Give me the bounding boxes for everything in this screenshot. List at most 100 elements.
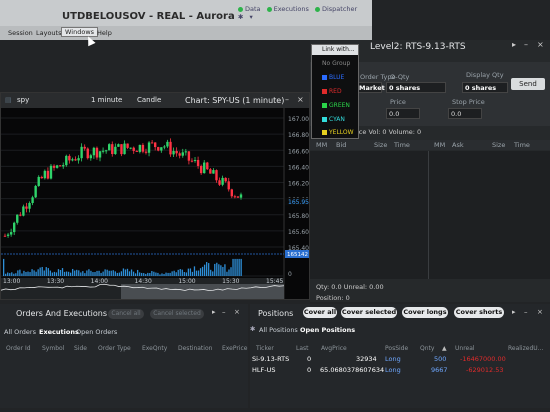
col-order-id[interactable]: Order Id bbox=[6, 345, 31, 352]
cover-longs-button[interactable]: Cover longs bbox=[402, 307, 448, 318]
time-tick-label: 13:30 bbox=[47, 278, 64, 285]
candle-body bbox=[74, 159, 77, 161]
menu-session[interactable]: Session bbox=[8, 29, 33, 37]
volume-bar bbox=[11, 272, 13, 276]
col-side[interactable]: Side bbox=[74, 345, 87, 352]
level2-book[interactable] bbox=[310, 151, 550, 279]
link-item-none[interactable]: No Group bbox=[322, 60, 350, 67]
close-icon[interactable]: × bbox=[537, 40, 544, 49]
send-button[interactable]: Send bbox=[511, 78, 545, 90]
tab-open-positions[interactable]: Open Positions bbox=[300, 326, 355, 334]
col-symbol[interactable]: Symbol bbox=[42, 345, 64, 352]
link-item-blue[interactable]: BLUE bbox=[322, 74, 344, 81]
col-realized[interactable]: RealizedU... bbox=[508, 345, 543, 352]
time-tick-label: 15:30 bbox=[222, 278, 239, 285]
link-with-header[interactable]: Link with... bbox=[312, 45, 358, 55]
orders-title: Orders And Executions bbox=[16, 309, 108, 318]
menu-icon[interactable]: ▸ bbox=[512, 40, 516, 49]
sort-up-icon[interactable]: ▲ bbox=[442, 345, 447, 352]
col-last[interactable]: Last bbox=[296, 345, 309, 352]
volume-bar bbox=[228, 269, 230, 276]
candle-body bbox=[101, 150, 105, 152]
candle-body bbox=[89, 155, 93, 159]
volume-bar bbox=[35, 271, 37, 276]
menu-help[interactable]: Help bbox=[97, 29, 112, 37]
col-exe-price[interactable]: ExePrice bbox=[222, 345, 248, 352]
menu-icon[interactable]: ▸ bbox=[212, 308, 216, 316]
swatch-icon bbox=[322, 130, 327, 135]
stop-price-input[interactable]: 0.0 bbox=[448, 108, 482, 119]
candle-body bbox=[144, 151, 148, 153]
close-icon[interactable]: × bbox=[234, 308, 240, 316]
volume-bar bbox=[92, 272, 94, 276]
cancel-all-button[interactable]: Cancel all bbox=[108, 309, 144, 319]
settings-icon[interactable]: ✱ bbox=[250, 325, 255, 333]
volume-bar bbox=[193, 266, 196, 276]
col-unreal[interactable]: Unreal bbox=[455, 345, 475, 352]
chevron-down-icon[interactable]: ▾ bbox=[250, 13, 253, 21]
minimize-icon[interactable]: – bbox=[524, 40, 528, 49]
menu-icon[interactable]: ▸ bbox=[512, 308, 516, 316]
col-order-type[interactable]: Order Type bbox=[98, 345, 131, 352]
cover-selected-button[interactable]: Cover selected bbox=[341, 307, 397, 318]
volume-bar bbox=[114, 271, 116, 276]
tab-executions[interactable]: Executions bbox=[39, 328, 79, 336]
candle-body bbox=[12, 222, 16, 233]
volume-bar bbox=[27, 271, 29, 276]
menu-layouts[interactable]: Layouts bbox=[36, 29, 61, 37]
candle-body bbox=[34, 185, 37, 198]
col-qnty[interactable]: Qnty bbox=[420, 345, 434, 352]
col-ticker[interactable]: Ticker bbox=[256, 345, 274, 352]
order-type-select[interactable]: Market bbox=[356, 82, 385, 93]
candle-body bbox=[71, 159, 74, 161]
candle-body bbox=[129, 147, 132, 149]
order-qty-input[interactable]: 0 shares bbox=[386, 82, 446, 93]
price-chart[interactable]: 167.00166.80166.60166.40166.20166.00165.… bbox=[1, 108, 309, 299]
chart-background bbox=[1, 108, 309, 299]
volume-bar bbox=[78, 270, 80, 276]
col-exe-qnty[interactable]: ExeQnty bbox=[142, 345, 167, 352]
link-item-red[interactable]: RED bbox=[322, 88, 342, 95]
chart-style-select[interactable]: Candle bbox=[137, 96, 161, 104]
volume-bar bbox=[23, 270, 25, 276]
link-item-cyan[interactable]: CYAN bbox=[322, 116, 345, 123]
chart-symbol-input[interactable]: spy bbox=[17, 96, 29, 104]
cancel-selected-button[interactable]: Cancel selected bbox=[150, 309, 204, 319]
volume-bar bbox=[136, 269, 139, 276]
tab-all-orders[interactable]: All Orders bbox=[4, 328, 36, 336]
settings-icon[interactable]: ✱ bbox=[238, 13, 243, 21]
col-avg-price[interactable]: AvgPrice bbox=[321, 345, 347, 352]
candle-body bbox=[187, 151, 191, 161]
volume-bar bbox=[108, 270, 110, 276]
volume-bar bbox=[51, 272, 54, 276]
volume-bar bbox=[116, 272, 118, 276]
cover-shorts-button[interactable]: Cover shorts bbox=[454, 307, 504, 318]
close-icon[interactable]: × bbox=[537, 308, 543, 316]
candle-body bbox=[104, 150, 108, 152]
tab-open-orders[interactable]: Open Orders bbox=[76, 328, 117, 336]
volume-bar bbox=[59, 269, 62, 276]
chart-interval-select[interactable]: 1 minute bbox=[91, 96, 122, 104]
candle-body bbox=[132, 147, 135, 151]
minimize-icon[interactable]: – bbox=[524, 308, 528, 316]
link-item-yellow[interactable]: YELLOW bbox=[322, 129, 354, 136]
cover-all-button[interactable]: Cover all bbox=[303, 307, 337, 318]
link-item-green[interactable]: GREEN bbox=[322, 102, 350, 109]
volume-bar bbox=[143, 273, 145, 276]
time-tick-label: 14:30 bbox=[135, 278, 152, 285]
volume-bar bbox=[226, 271, 228, 276]
price-tick-label: 166.80 bbox=[288, 132, 309, 139]
close-icon[interactable]: × bbox=[297, 95, 304, 104]
status-dispatcher: Dispatcher bbox=[314, 5, 357, 13]
price-input[interactable]: 0.0 bbox=[386, 108, 420, 119]
volume-bar bbox=[15, 273, 17, 276]
volume-bar bbox=[13, 273, 15, 276]
col-pos-side[interactable]: PosSide bbox=[385, 345, 408, 352]
minimize-icon[interactable]: – bbox=[285, 95, 289, 104]
display-qty-input[interactable]: 0 shares bbox=[462, 82, 508, 93]
volume-bar bbox=[240, 258, 242, 276]
candle-body bbox=[141, 144, 145, 152]
col-destination[interactable]: Destination bbox=[178, 345, 212, 352]
minimize-icon[interactable]: – bbox=[222, 308, 226, 316]
tab-all-positions[interactable]: All Positions bbox=[259, 326, 298, 334]
